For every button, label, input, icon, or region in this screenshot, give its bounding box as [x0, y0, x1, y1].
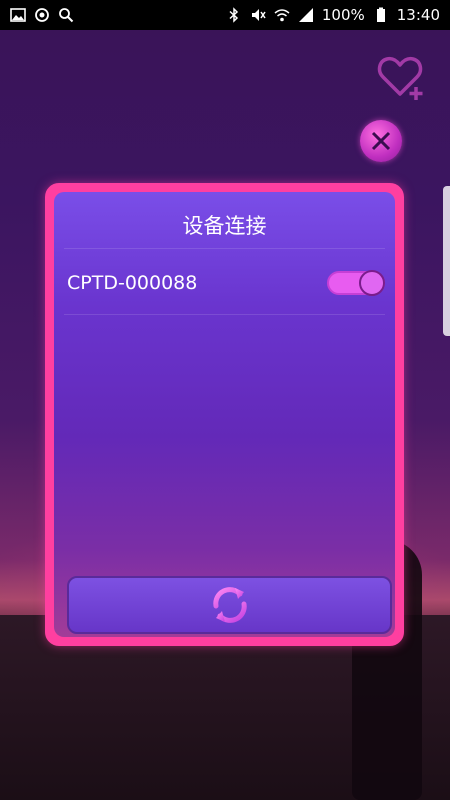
device-connection-dialog: 设备连接 CPTD-000088 — [45, 183, 404, 646]
divider — [64, 248, 385, 249]
signal-icon — [298, 8, 313, 22]
mute-icon — [251, 9, 266, 21]
side-drawer-handle[interactable] — [443, 186, 450, 336]
heart-plus-icon — [377, 56, 423, 100]
toggle-knob — [359, 270, 385, 296]
image-icon — [10, 8, 26, 22]
add-favorite-button[interactable] — [376, 54, 426, 102]
device-row[interactable]: CPTD-000088 — [54, 252, 395, 310]
status-time: 13:40 — [396, 6, 440, 24]
battery-icon — [376, 7, 385, 22]
sync-icon — [35, 8, 49, 22]
refresh-icon — [212, 587, 247, 623]
device-connect-toggle[interactable] — [327, 270, 385, 296]
bluetooth-icon — [229, 7, 238, 23]
close-button[interactable] — [360, 120, 402, 162]
close-icon — [371, 131, 391, 151]
refresh-button[interactable] — [67, 576, 392, 634]
status-bar: 100% 13:40 — [0, 0, 450, 30]
status-left — [10, 7, 74, 23]
search-icon — [59, 8, 74, 23]
divider — [64, 314, 385, 315]
device-name: CPTD-000088 — [67, 272, 198, 294]
wifi-icon — [274, 9, 290, 22]
status-right: 100% 13:40 — [226, 6, 440, 24]
dialog-body: 设备连接 CPTD-000088 — [54, 192, 395, 637]
battery-percent: 100% — [321, 6, 365, 24]
dialog-title: 设备连接 — [182, 214, 267, 238]
